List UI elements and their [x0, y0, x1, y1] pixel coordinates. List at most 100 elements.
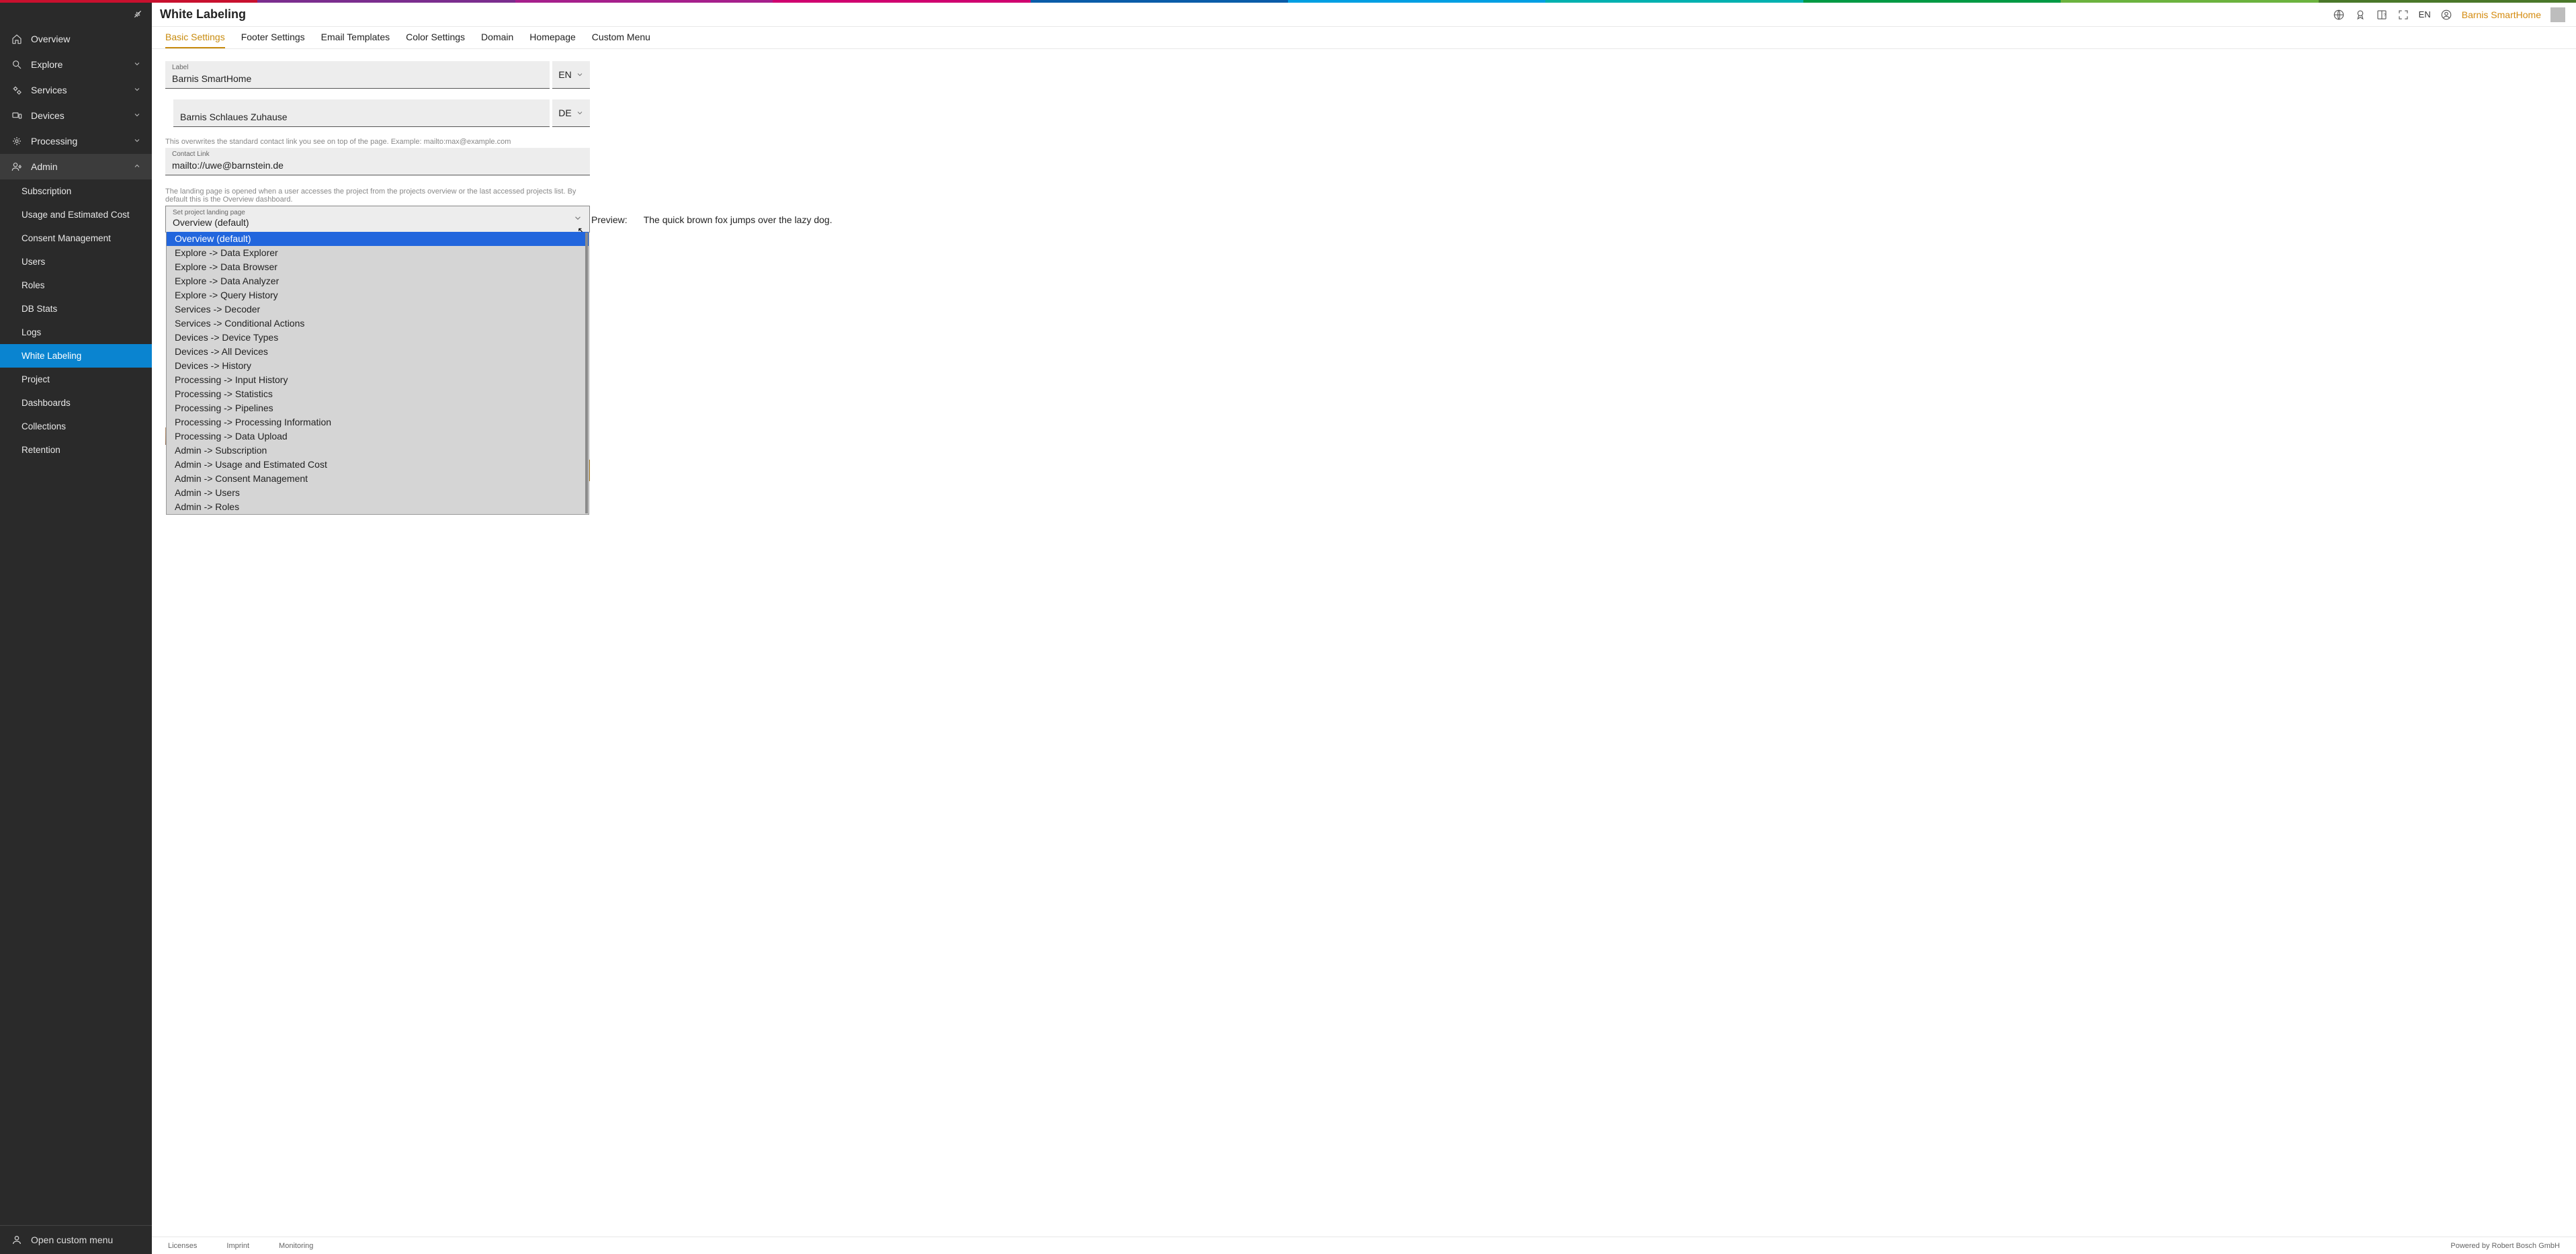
user-name[interactable]: Barnis SmartHome — [2462, 9, 2541, 20]
preview-text: The quick brown fox jumps over the lazy … — [644, 214, 832, 225]
chevron-down-icon — [573, 214, 583, 225]
landing-option[interactable]: Explore -> Query History — [167, 288, 589, 302]
footer-licenses[interactable]: Licenses — [168, 1242, 197, 1250]
landing-option[interactable]: Services -> Conditional Actions — [167, 317, 589, 331]
tab-footer-settings[interactable]: Footer Settings — [241, 27, 305, 48]
sidebar-sub-users[interactable]: Users — [0, 250, 152, 274]
chevron-down-icon — [576, 71, 584, 79]
landing-option[interactable]: Explore -> Data Analyzer — [167, 274, 589, 288]
devices-icon — [11, 110, 23, 122]
tab-color-settings[interactable]: Color Settings — [406, 27, 465, 48]
landing-option[interactable]: Processing -> Input History — [167, 373, 589, 387]
chevron-down-icon — [133, 85, 141, 95]
header-lang[interactable]: EN — [2419, 9, 2431, 19]
account-icon[interactable] — [2440, 9, 2452, 21]
gears-icon — [11, 84, 23, 96]
sidebar-item-admin[interactable]: Admin — [0, 154, 152, 179]
search-icon — [11, 58, 23, 71]
landing-option[interactable]: Overview (default) — [167, 232, 589, 246]
landing-option[interactable]: Admin -> Users — [167, 486, 589, 500]
landing-option[interactable]: Processing -> Statistics — [167, 387, 589, 401]
preview-row: Preview: The quick brown fox jumps over … — [591, 214, 832, 225]
svg-text:?: ? — [2383, 13, 2386, 17]
ribbon-icon[interactable] — [2354, 9, 2366, 21]
user-icon — [11, 1234, 23, 1246]
content: Label EN DE — [152, 49, 2576, 1237]
landing-option[interactable]: Admin -> Consent Management — [167, 472, 589, 486]
sidebar-sub-subscription[interactable]: Subscription — [0, 179, 152, 203]
sidebar-sub-logs[interactable]: Logs — [0, 321, 152, 344]
sidebar: OverviewExploreServicesDevicesProcessing… — [0, 0, 152, 1254]
footer-powered: Powered by Robert Bosch GmbH — [2450, 1242, 2560, 1250]
contact-hint: This overwrites the standard contact lin… — [165, 138, 590, 146]
page-title: White Labeling — [160, 7, 246, 22]
header: White Labeling ? EN Barnis SmartHome — [152, 0, 2576, 27]
contact-field-label: Contact Link — [172, 151, 210, 158]
tab-email-templates[interactable]: Email Templates — [321, 27, 390, 48]
pin-icon[interactable] — [132, 8, 144, 20]
sidebar-sub-dashboards[interactable]: Dashboards — [0, 391, 152, 415]
sidebar-sub-collections[interactable]: Collections — [0, 415, 152, 438]
sidebar-sub-db-stats[interactable]: DB Stats — [0, 297, 152, 321]
footer-imprint[interactable]: Imprint — [226, 1242, 249, 1250]
sidebar-item-processing[interactable]: Processing — [0, 128, 152, 154]
globe-icon[interactable] — [2333, 9, 2345, 21]
chevron-down-icon — [133, 110, 141, 121]
fullscreen-icon[interactable] — [2397, 9, 2409, 21]
processing-icon — [11, 135, 23, 147]
open-custom-menu[interactable]: Open custom menu — [0, 1225, 152, 1254]
landing-select[interactable]: Set project landing page Overview (defau… — [165, 206, 590, 233]
contact-field[interactable]: Contact Link — [165, 148, 590, 175]
sidebar-sub-consent-management[interactable]: Consent Management — [0, 226, 152, 250]
admin-icon — [11, 161, 23, 173]
sidebar-item-devices[interactable]: Devices — [0, 103, 152, 128]
chevron-up-icon — [133, 161, 141, 172]
label-field[interactable]: Label — [165, 61, 550, 89]
sidebar-item-overview[interactable]: Overview — [0, 26, 152, 52]
footer-monitoring[interactable]: Monitoring — [279, 1242, 313, 1250]
label-alt-field[interactable] — [173, 99, 550, 127]
landing-value: Overview (default) — [173, 217, 249, 228]
landing-option[interactable]: Devices -> History — [167, 359, 589, 373]
chevron-down-icon — [133, 59, 141, 70]
sidebar-item-explore[interactable]: Explore — [0, 52, 152, 77]
landing-hint: The landing page is opened when a user a… — [165, 187, 590, 204]
home-icon — [11, 33, 23, 45]
avatar[interactable] — [2550, 7, 2565, 22]
landing-option[interactable]: Admin -> Subscription — [167, 444, 589, 458]
book-help-icon[interactable]: ? — [2376, 9, 2388, 21]
landing-option[interactable]: Processing -> Data Upload — [167, 429, 589, 444]
landing-option[interactable]: Processing -> Pipelines — [167, 401, 589, 415]
tab-custom-menu[interactable]: Custom Menu — [592, 27, 650, 48]
landing-option[interactable]: Admin -> Usage and Estimated Cost — [167, 458, 589, 472]
chevron-down-icon — [576, 109, 584, 117]
label-alt-input[interactable] — [180, 112, 543, 122]
tab-domain[interactable]: Domain — [481, 27, 513, 48]
preview-label: Preview: — [591, 214, 628, 225]
label-input[interactable] — [172, 73, 543, 84]
scrollbar[interactable] — [585, 233, 588, 513]
tab-homepage[interactable]: Homepage — [529, 27, 576, 48]
sidebar-item-services[interactable]: Services — [0, 77, 152, 103]
landing-option[interactable]: Admin -> Roles — [167, 500, 589, 514]
landing-dropdown: Overview (default)Explore -> Data Explor… — [166, 232, 589, 515]
sidebar-sub-white-labeling[interactable]: White Labeling — [0, 344, 152, 368]
sidebar-sub-roles[interactable]: Roles — [0, 274, 152, 297]
tabs: Basic Settings Footer Settings Email Templ… — [152, 27, 2576, 49]
landing-option[interactable]: Explore -> Data Browser — [167, 260, 589, 274]
landing-option[interactable]: Processing -> Processing Information — [167, 415, 589, 429]
footer: Licenses Imprint Monitoring Powered by R… — [152, 1237, 2576, 1254]
landing-option[interactable]: Devices -> Device Types — [167, 331, 589, 345]
landing-option[interactable]: Explore -> Data Explorer — [167, 246, 589, 260]
label-lang-select[interactable]: EN — [552, 61, 590, 89]
label-field-label: Label — [172, 64, 188, 71]
sidebar-sub-project[interactable]: Project — [0, 368, 152, 391]
label-alt-lang-select[interactable]: DE — [552, 99, 590, 127]
sidebar-sub-retention[interactable]: Retention — [0, 438, 152, 462]
landing-label: Set project landing page — [173, 209, 245, 216]
sidebar-sub-usage-and-estimated-cost[interactable]: Usage and Estimated Cost — [0, 203, 152, 226]
contact-input[interactable] — [172, 160, 583, 171]
tab-basic-settings[interactable]: Basic Settings — [165, 27, 225, 48]
landing-option[interactable]: Services -> Decoder — [167, 302, 589, 317]
landing-option[interactable]: Devices -> All Devices — [167, 345, 589, 359]
